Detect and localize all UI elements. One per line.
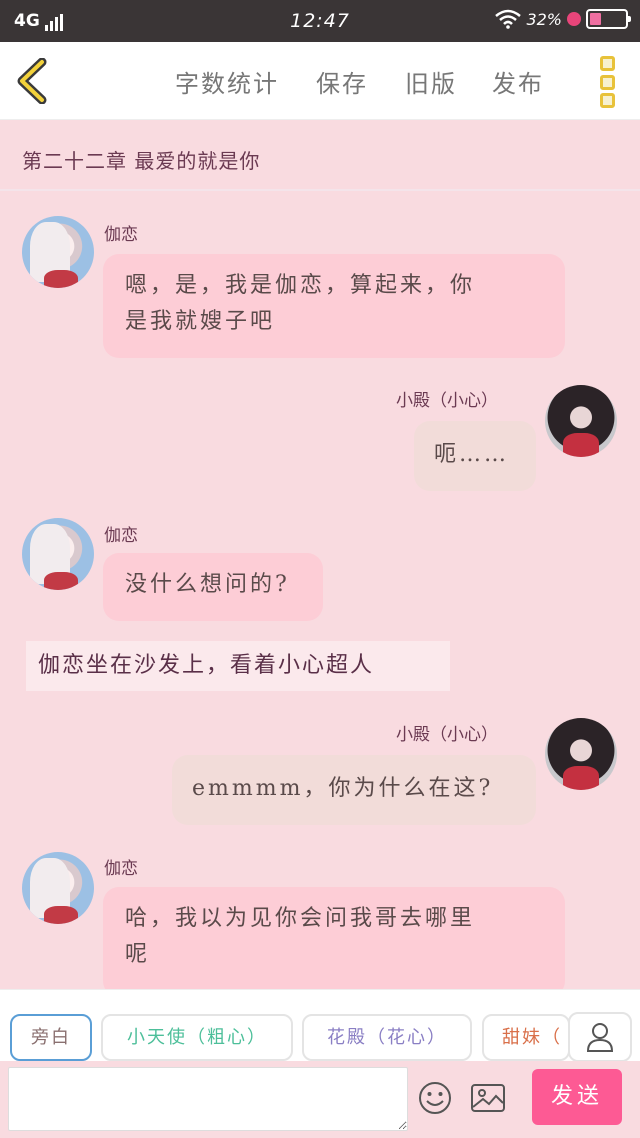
message-bubble[interactable]: 哈，我以为见你会问我哥去哪里 呢 <box>103 887 565 997</box>
role-chip-sweet[interactable]: 甜妹（ <box>482 1014 570 1061</box>
publish-button[interactable]: 发布 <box>492 64 544 99</box>
message-line: 哈，我以为见你会问我哥去哪里 <box>125 906 476 931</box>
avatar[interactable] <box>22 518 94 590</box>
user-icon <box>586 1023 614 1052</box>
avatar[interactable] <box>545 718 617 790</box>
save-button[interactable]: 保存 <box>316 64 368 99</box>
message-line: 呃…… <box>434 442 510 467</box>
avatar[interactable] <box>545 385 617 457</box>
speaker-name: 伽恋 <box>104 225 138 245</box>
status-right: 32% <box>495 9 631 29</box>
message-bubble[interactable]: 没什么想问的? <box>103 553 323 621</box>
message-line: 嗯，是，我是伽恋，算起来，你 <box>125 273 476 298</box>
chapter-header[interactable]: 第二十二章 最爱的就是你 <box>0 121 640 191</box>
image-button[interactable] <box>470 1083 506 1113</box>
battery-icon <box>586 9 631 29</box>
wifi-icon <box>495 9 522 29</box>
chevron-left-icon <box>17 57 47 105</box>
character-manage-button[interactable] <box>568 1012 632 1062</box>
message-line: 是我就嫂子吧 <box>125 309 276 334</box>
smiley-icon <box>419 1082 451 1114</box>
top-bar: 字数统计 保存 旧版 发布 <box>0 42 640 120</box>
status-bar: 4G 12:47 32% <box>0 0 640 42</box>
narration-text[interactable]: 伽恋坐在沙发上，看着小心超人 <box>26 641 450 691</box>
input-bar: 发送 <box>0 1061 640 1138</box>
chapter-title: 第二十二章 最爱的就是你 <box>22 149 261 173</box>
send-button[interactable]: 发送 <box>532 1069 622 1125</box>
message-input[interactable] <box>8 1067 408 1131</box>
word-count-button[interactable]: 字数统计 <box>175 64 279 99</box>
role-chip-angel[interactable]: 小天使（粗心） <box>101 1014 293 1061</box>
battery-fill <box>590 13 601 25</box>
role-selector: 旁白 小天使（粗心） 花殿（花心） 甜妹（ <box>0 989 640 1062</box>
role-chip-narrator[interactable]: 旁白 <box>10 1014 92 1061</box>
message-bubble[interactable]: 嗯，是，我是伽恋，算起来，你 是我就嫂子吧 <box>103 254 565 358</box>
battery-percent: 32% <box>526 9 562 29</box>
charging-icon <box>567 12 581 26</box>
more-options-button[interactable] <box>600 56 618 108</box>
more-vertical-icon <box>600 56 615 71</box>
speaker-name: 小殿（小心） <box>396 391 498 411</box>
image-icon <box>471 1084 505 1112</box>
speaker-name: 小殿（小心） <box>396 725 498 745</box>
old-version-button[interactable]: 旧版 <box>405 64 457 99</box>
avatar[interactable] <box>22 216 94 288</box>
message-line: 呢 <box>125 942 151 967</box>
message-bubble[interactable]: emmmm，你为什么在这? <box>172 755 536 825</box>
emoji-button[interactable] <box>418 1081 452 1115</box>
role-chip-huadian[interactable]: 花殿（花心） <box>302 1014 472 1061</box>
message-bubble[interactable]: 呃…… <box>414 421 536 491</box>
avatar[interactable] <box>22 852 94 924</box>
back-button[interactable] <box>14 57 54 105</box>
message-line: emmmm，你为什么在这? <box>192 776 494 801</box>
speaker-name: 伽恋 <box>104 526 138 546</box>
message-line: 没什么想问的? <box>125 572 290 597</box>
speaker-name: 伽恋 <box>104 859 138 879</box>
